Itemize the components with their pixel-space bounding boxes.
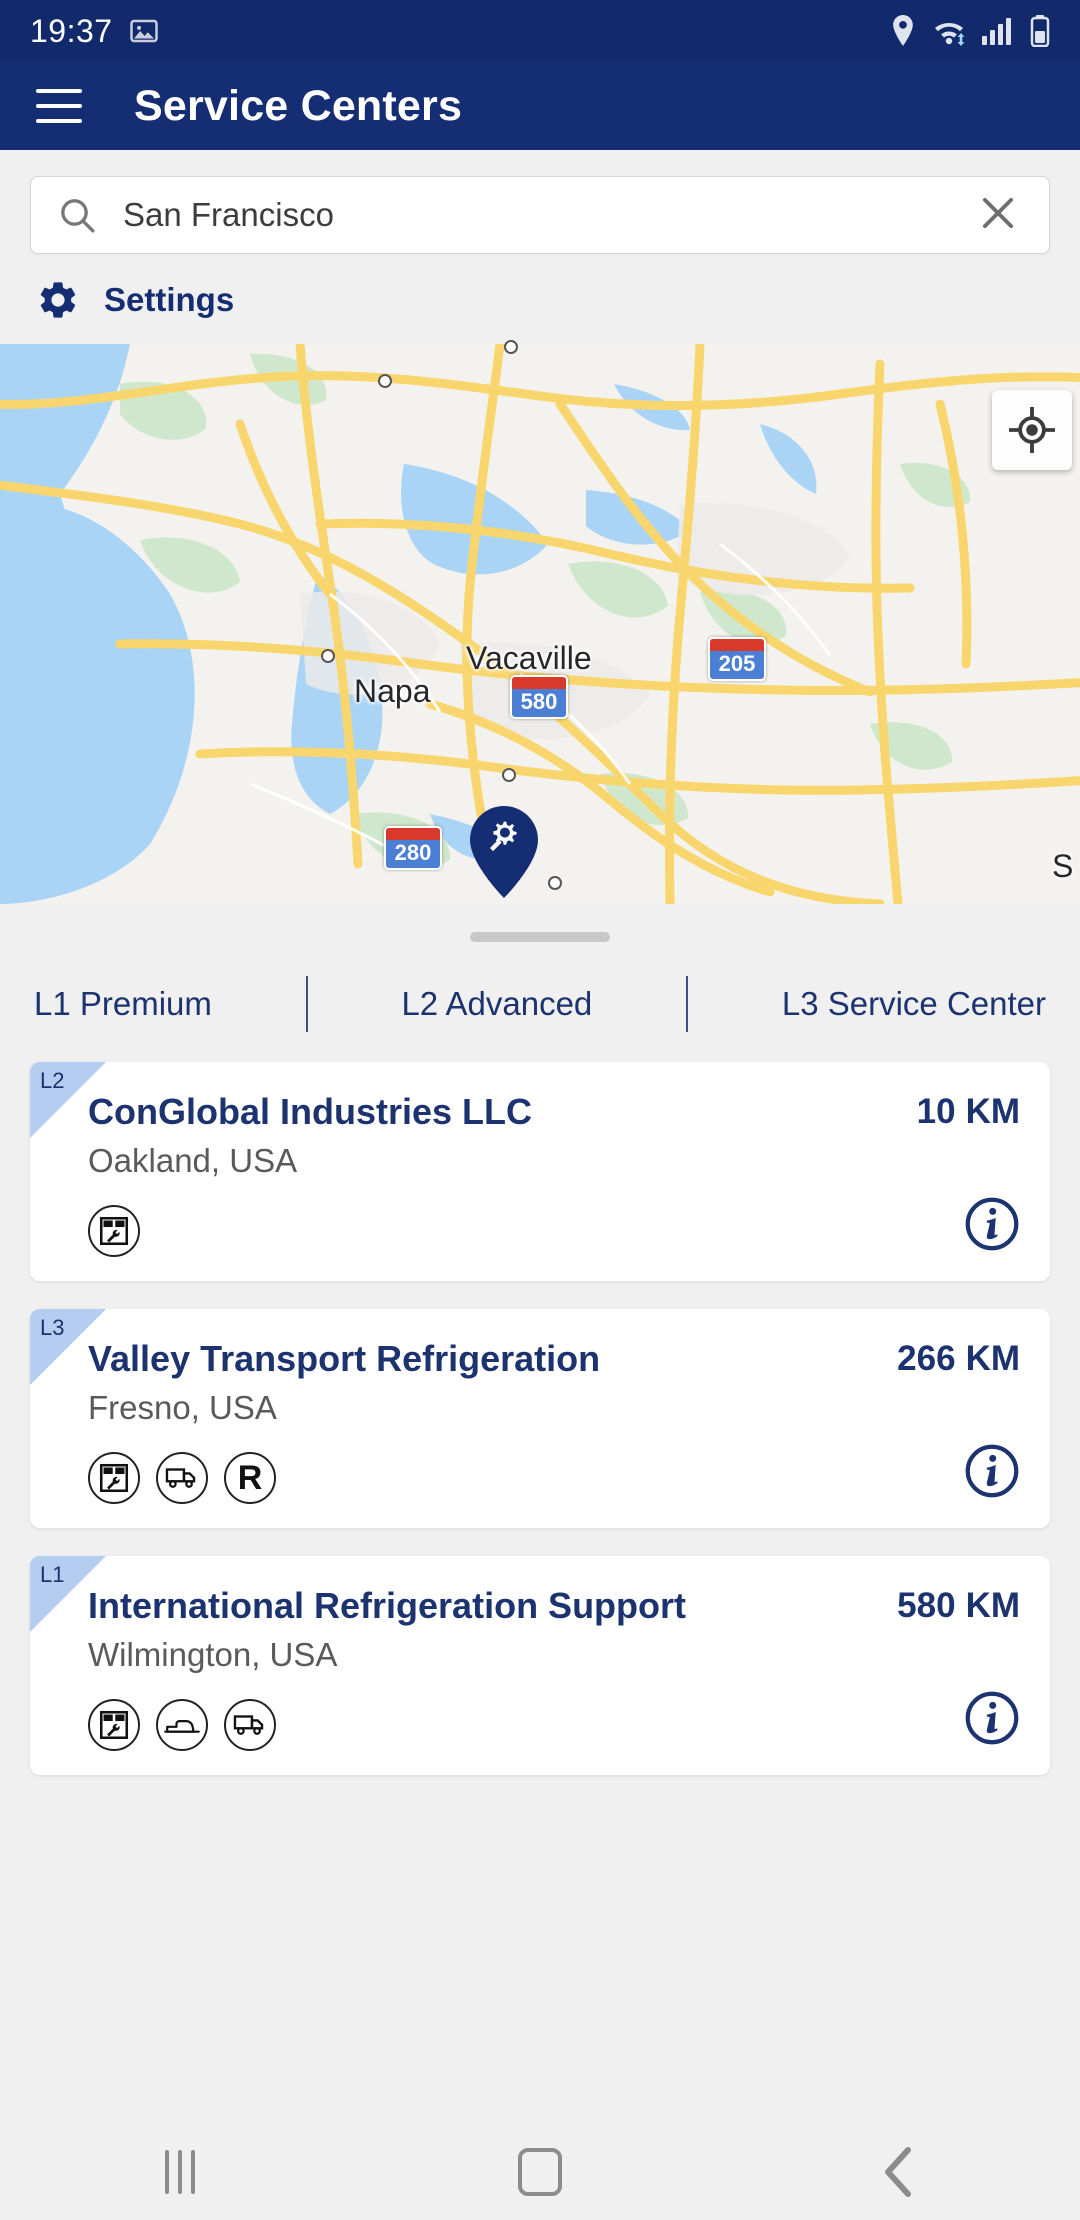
result-name: Valley Transport Refrigeration [88, 1338, 601, 1379]
result-distance: 580 KM [897, 1582, 1020, 1626]
tab-l1-premium[interactable]: L1 Premium [34, 985, 212, 1023]
search-icon [61, 199, 95, 233]
tab-l3-service-center[interactable]: L3 Service Center [782, 985, 1046, 1023]
result-distance: 10 KM [917, 1088, 1020, 1132]
tab-l2-advanced[interactable]: L2 Advanced [401, 985, 592, 1023]
table-row[interactable]: L2 ConGlobal Industries LLC 10 KM Oakland… [30, 1062, 1050, 1281]
distance-value: 580 [897, 1586, 956, 1625]
result-distance: 266 KM [897, 1335, 1020, 1379]
my-location-icon [1009, 407, 1055, 453]
results-sheet: L1 Premium L2 Advanced L3 Service Center… [0, 904, 1080, 1775]
status-bar-clock: 19:37 [30, 12, 113, 49]
level-label: L1 [40, 1562, 65, 1587]
trailer-icon [156, 1699, 208, 1751]
result-city: Fresno, USA [88, 1389, 277, 1426]
result-header: International Refrigeration Support 580 K… [60, 1582, 1020, 1626]
tab-divider [686, 976, 689, 1032]
search-input[interactable] [123, 196, 973, 234]
result-header: ConGlobal Industries LLC 10 KM [60, 1088, 1020, 1132]
status-bar-notification-icons [129, 16, 159, 46]
wifi-icon [935, 23, 965, 46]
truck-icon [224, 1699, 276, 1751]
tab-divider [305, 976, 308, 1032]
level-label: L3 [40, 1315, 65, 1340]
result-city: Oakland, USA [88, 1142, 298, 1179]
distance-unit: KM [965, 1092, 1020, 1131]
info-icon[interactable] [964, 1196, 1020, 1257]
truck-icon [156, 1452, 208, 1504]
map-view[interactable]: Vacaville Napa San Francisco Fremont San… [0, 344, 1080, 904]
my-location-button[interactable] [992, 390, 1072, 470]
app-bar: Service Centers [0, 62, 1080, 150]
settings-button[interactable]: Settings [0, 254, 1080, 344]
location-icon [893, 15, 913, 46]
recents-button[interactable] [0, 2150, 360, 2194]
home-icon [518, 2148, 562, 2196]
level-tabs: L1 Premium L2 Advanced L3 Service Center [0, 942, 1080, 1062]
signal-icon [982, 18, 1011, 45]
workshop-icon [88, 1452, 140, 1504]
hamburger-menu-icon[interactable] [36, 89, 82, 123]
result-header: Valley Transport Refrigeration 266 KM [60, 1335, 1020, 1379]
capability-badges [88, 1205, 140, 1257]
level-label: L2 [40, 1068, 65, 1093]
result-city: Wilmington, USA [88, 1636, 338, 1673]
clear-search-icon[interactable] [973, 192, 1023, 239]
info-icon[interactable] [964, 1443, 1020, 1504]
table-row[interactable]: L1 International Refrigeration Support 5… [30, 1556, 1050, 1775]
result-footer: R [60, 1443, 1020, 1504]
gear-icon [40, 282, 76, 318]
distance-unit: KM [965, 1586, 1020, 1625]
back-button[interactable] [720, 2146, 1080, 2198]
result-footer [60, 1196, 1020, 1257]
distance-value: 266 [897, 1339, 956, 1378]
page-title: Service Centers [134, 81, 463, 130]
distance-value: 10 [916, 1092, 956, 1131]
capability-badges [88, 1699, 276, 1751]
system-navigation-bar [0, 2124, 1080, 2220]
search-section: Settings [0, 150, 1080, 344]
battery-icon [1030, 15, 1050, 47]
settings-label: Settings [104, 281, 235, 318]
result-footer [60, 1690, 1020, 1751]
letter-r-icon: R [224, 1452, 276, 1504]
search-bar[interactable] [30, 176, 1050, 254]
map-canvas [0, 344, 1080, 904]
workshop-icon [88, 1699, 140, 1751]
app-screen: 19:37 Service Centers San Francisco Sett… [0, 0, 1080, 2220]
info-icon[interactable] [964, 1690, 1020, 1751]
recents-icon [165, 2150, 195, 2194]
sheet-drag-handle[interactable] [470, 932, 610, 942]
capability-badges: R [88, 1452, 276, 1504]
letter-r-glyph: R [237, 1459, 263, 1497]
status-bar: 19:37 [0, 0, 1080, 62]
result-name: International Refrigeration Support [88, 1585, 687, 1626]
results-list: L2 ConGlobal Industries LLC 10 KM Oakland… [0, 1062, 1080, 1775]
back-icon [885, 2147, 911, 2197]
table-row[interactable]: L3 Valley Transport Refrigeration 266 KM … [30, 1309, 1050, 1528]
home-button[interactable] [360, 2148, 720, 2196]
distance-unit: KM [965, 1339, 1020, 1378]
result-name: ConGlobal Industries LLC [88, 1091, 533, 1132]
status-bar-system-icons [890, 15, 1050, 47]
workshop-icon [88, 1205, 140, 1257]
image-icon [129, 19, 158, 43]
